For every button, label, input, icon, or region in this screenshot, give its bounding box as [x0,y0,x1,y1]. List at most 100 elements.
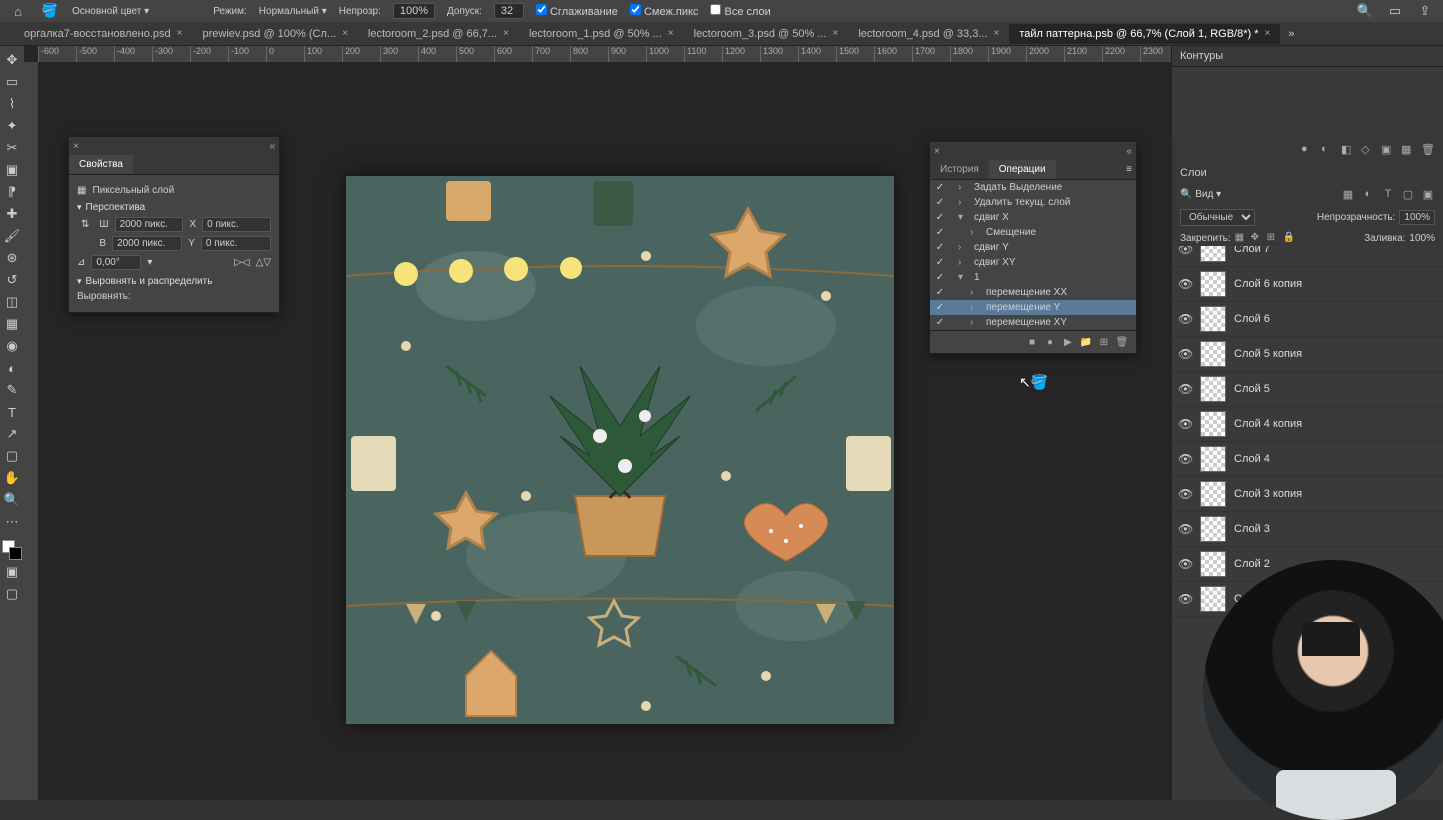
wand-tool-icon[interactable]: ✦ [2,116,22,136]
close-tab-icon[interactable]: × [1265,28,1271,39]
trash-icon[interactable]: 🗑 [1421,143,1435,157]
brush-tool-icon[interactable]: 🖌 [2,226,22,246]
document-tab[interactable]: lectoroom_1.psd @ 50% ...× [519,24,684,44]
document-tab[interactable]: lectoroom_3.psd @ 50% ...× [684,24,849,44]
layer-name[interactable]: Слой 3 [1234,523,1270,535]
layer-name[interactable]: Слой 4 копия [1234,418,1302,430]
link-icon[interactable]: ⇅ [77,219,93,230]
collapse-icon[interactable]: « [1126,146,1132,157]
action-row[interactable]: ✓›перемещение Y [930,300,1136,315]
document-tab[interactable]: lectoroom_4.psd @ 33,3...× [848,24,1009,44]
workspace-icon[interactable]: ▭ [1385,1,1405,21]
layer-name[interactable]: Слой 6 [1234,313,1270,325]
action-row[interactable]: ✓›Смещение [930,225,1136,240]
expand-icon[interactable]: › [970,302,980,313]
expand-icon[interactable]: › [958,197,968,208]
close-tab-icon[interactable]: × [994,28,1000,39]
expand-icon[interactable]: › [958,242,968,253]
x-field[interactable]: 0 пикс. [202,217,271,232]
kind-dropdown[interactable]: 🔍 Вид ▾ [1180,189,1221,200]
canvas-area[interactable]: -600-500-400-300-200-1000100200300400500… [24,46,1171,800]
color-swatches[interactable] [2,540,22,560]
adj-icon[interactable]: ▦ [1401,143,1415,157]
filter-type-icon[interactable]: T [1381,187,1395,201]
lock-position-icon[interactable]: ✥ [1251,232,1263,244]
blend-mode-dropdown[interactable]: Обычные [1180,209,1255,226]
visibility-icon[interactable]: 👁 [1178,382,1192,396]
visibility-icon[interactable]: 👁 [1178,246,1192,256]
tab-overflow-icon[interactable]: » [1280,28,1302,40]
all-layers-checkbox[interactable]: Все слои [710,4,770,18]
layer-name[interactable]: Слой 4 [1234,453,1270,465]
check-icon[interactable]: ✓ [934,302,946,313]
crop-tool-icon[interactable]: ✂ [2,138,22,158]
angle-field[interactable]: 0,00° [91,255,141,270]
panel-menu-icon[interactable]: ≡ [1122,160,1136,179]
folder-icon[interactable]: 📁 [1078,334,1094,350]
paths-tab[interactable]: Контуры [1180,50,1223,62]
close-icon[interactable]: × [934,146,940,157]
close-tab-icon[interactable]: × [832,28,838,39]
check-icon[interactable]: ✓ [934,227,946,238]
check-icon[interactable]: ✓ [934,197,946,208]
layer-name[interactable]: Слой 5 [1234,383,1270,395]
frame-tool-icon[interactable]: ▣ [2,160,22,180]
marquee-tool-icon[interactable]: ▭ [2,72,22,92]
action-row[interactable]: ✓›сдвиг XY [930,255,1136,270]
action-row[interactable]: ✓›сдвиг Y [930,240,1136,255]
lock-all-icon[interactable]: 🔒 [1283,232,1295,244]
check-icon[interactable]: ✓ [934,317,946,328]
width-field[interactable]: 2000 пикс. [115,217,184,232]
quickmask-icon[interactable]: ▣ [2,562,22,582]
new-icon[interactable]: ⊞ [1096,334,1112,350]
expand-icon[interactable]: › [970,227,980,238]
layer-thumbnail[interactable] [1200,411,1226,437]
layer-thumbnail[interactable] [1200,586,1226,612]
layer-thumbnail[interactable] [1200,271,1226,297]
layer-name[interactable]: Слой 7 [1234,246,1270,255]
visibility-icon[interactable]: 👁 [1178,487,1192,501]
layer-opacity-value[interactable]: 100% [1399,210,1435,225]
close-tab-icon[interactable]: × [668,28,674,39]
visibility-icon[interactable]: 👁 [1178,312,1192,326]
layer-row[interactable]: 👁 Слой 5 [1172,372,1443,407]
contiguous-checkbox[interactable]: Смеж.пикс [630,4,699,18]
expand-icon[interactable]: › [958,257,968,268]
action-row[interactable]: ✓›Удалить текущ. слой [930,195,1136,210]
filter-pixel-icon[interactable]: ▦ [1341,187,1355,201]
check-icon[interactable]: ✓ [934,212,946,223]
expand-icon[interactable]: › [970,317,980,328]
close-tab-icon[interactable]: × [503,28,509,39]
antialias-checkbox[interactable]: Сглаживание [536,4,618,18]
layer-name[interactable]: Слой 6 копия [1234,278,1302,290]
layer-thumbnail[interactable] [1200,551,1226,577]
visibility-icon[interactable]: 👁 [1178,417,1192,431]
screenmode-icon[interactable]: ▢ [2,584,22,604]
layer-thumbnail[interactable] [1200,246,1226,262]
action-row[interactable]: ✓›Задать Выделение [930,180,1136,195]
path-tool-icon[interactable]: ↗ [2,424,22,444]
heal-tool-icon[interactable]: ✚ [2,204,22,224]
action-row[interactable]: ✓▾1 [930,270,1136,285]
action-row[interactable]: ✓›перемещение XX [930,285,1136,300]
layer-thumbnail[interactable] [1200,306,1226,332]
tolerance-value[interactable]: 32 [494,3,524,19]
record-icon[interactable]: ● [1042,334,1058,350]
layer-thumbnail[interactable] [1200,376,1226,402]
foreground-color-dropdown[interactable]: Основной цвет ▾ [72,6,149,17]
height-field[interactable]: 2000 пикс. [112,236,182,251]
expand-icon[interactable]: ▾ [958,212,968,223]
layer-row[interactable]: 👁 Слой 4 копия [1172,407,1443,442]
blur-tool-icon[interactable]: ◉ [2,336,22,356]
zoom-tool-icon[interactable]: 🔍 [2,490,22,510]
adj-icon[interactable]: ◇ [1361,143,1375,157]
search-icon[interactable]: 🔍 [1355,1,1375,21]
play-icon[interactable]: ▶ [1060,334,1076,350]
layer-row[interactable]: 👁Слой 6 копия [1172,267,1443,302]
lasso-tool-icon[interactable]: ⌇ [2,94,22,114]
mode-dropdown[interactable]: Нормальный ▾ [259,6,327,17]
artboard[interactable] [346,176,894,724]
close-icon[interactable]: × [73,141,79,152]
filter-smart-icon[interactable]: ▣ [1421,187,1435,201]
pen-tool-icon[interactable]: ✎ [2,380,22,400]
